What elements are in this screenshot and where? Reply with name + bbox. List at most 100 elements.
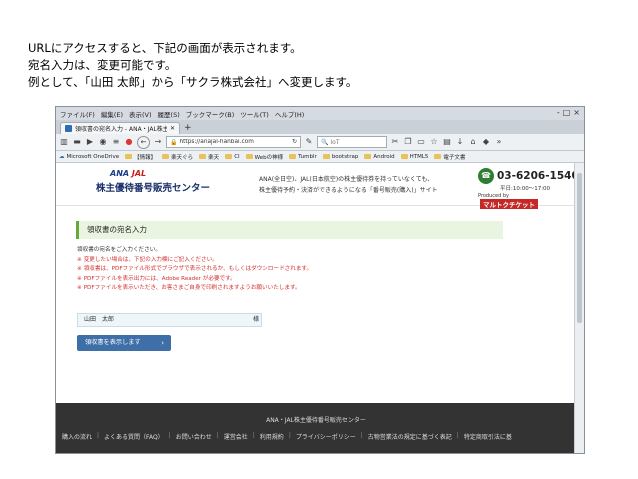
contact-box: ☎ 03-6206-1540 平日:10:00〜17:00 Produced b… <box>478 168 576 209</box>
instruction-line: 領収書の宛名をご入力ください。 <box>77 247 161 253</box>
chevron-right-icon: › <box>161 339 164 347</box>
menu-bookmarks[interactable]: ブックマーク(B) <box>186 109 235 119</box>
menu-file[interactable]: ファイル(F) <box>60 109 95 119</box>
star-icon[interactable]: ☆ <box>429 137 439 147</box>
note-item: ※ PDFファイルを表示いただき、お客さまご自身で印刷されますようお願いいたします… <box>77 285 301 291</box>
download-icon[interactable]: ↓ <box>455 137 465 147</box>
lock-icon: 🔒 <box>170 138 178 146</box>
stop-icon[interactable]: ● <box>124 137 134 147</box>
show-receipt-label: 領収書を表示します <box>85 339 141 346</box>
url-text[interactable]: https://anajal-hanbai.com <box>179 139 290 145</box>
home-icon[interactable]: ⌂ <box>468 137 478 147</box>
browser-window: ファイル(F) 編集(E) 表示(V) 履歴(S) ブックマーク(B) ツール(… <box>55 106 585 454</box>
reading-list-icon[interactable]: ▤ <box>442 137 452 147</box>
producer-credit: Produced by マルトクチケット <box>478 193 573 209</box>
footer-link-flow[interactable]: 購入の流れ <box>62 432 92 441</box>
honorific-label: 様 <box>253 316 260 323</box>
addon-icon[interactable]: ▶ <box>85 137 95 147</box>
scissors-icon[interactable]: ✂ <box>390 137 400 147</box>
folder-icon <box>162 154 170 159</box>
footer-link-terms[interactable]: 利用規約 <box>260 432 284 441</box>
site-name: 株主優待番号販売センター <box>96 183 211 194</box>
note-item: ※ PDFファイルを表示出力には、Adobe Reader が必要です。 <box>77 275 236 282</box>
site-tagline: ANA(全日空)、JAL(日本航空)の株主優待券を持っていなくても、 株主優待予… <box>259 174 438 196</box>
brand-mark: ANA JAL <box>110 169 147 178</box>
menu-tools[interactable]: ツール(T) <box>240 109 269 119</box>
paste-icon[interactable]: ▭ <box>416 137 426 147</box>
cloud-icon: ☁ <box>59 153 65 160</box>
bookmark-item[interactable]: ☁ Microsoft OneDrive <box>59 154 119 160</box>
back-button[interactable]: ← <box>137 135 150 149</box>
show-receipt-button[interactable]: 領収書を表示します › <box>77 335 171 351</box>
footer-link-contact[interactable]: お問い合わせ <box>176 432 212 441</box>
footer-title: ANA・JAL株主優待番号販売センター <box>266 417 366 424</box>
minimize-button[interactable]: - <box>557 108 560 117</box>
folder-icon <box>364 154 372 159</box>
bookmark-folder[interactable]: 楽天ぐら <box>162 153 193 161</box>
bookmark-folder[interactable]: 【情報】 <box>125 153 156 161</box>
note-item: ※ 領収書は、PDFファイル形式でブラウザで表示されるか、もしくはダウンロードされ… <box>77 266 313 272</box>
folder-icon <box>289 154 297 159</box>
phone-icon: ☎ <box>478 168 494 184</box>
folder-icon <box>125 154 133 159</box>
folder-icon <box>245 154 253 159</box>
site-footer: ANA・JAL株主優待番号販売センター 購入の流れ | よくある質問（FAQ） | … <box>56 403 576 453</box>
navigation-toolbar: ▥ ▬ ▶ ◉ ≡ ● ← → 🔒 https://anajal-hanbai.… <box>56 134 584 151</box>
folder-icon <box>225 154 233 159</box>
url-bar[interactable]: 🔒 https://anajal-hanbai.com ↻ <box>166 136 301 148</box>
menu-help[interactable]: ヘルプ(H) <box>275 109 304 119</box>
close-window-button[interactable]: × <box>573 108 580 117</box>
intro-line-3: 例として、「山田 太郎」から「サクラ株式会社」へ変更します。 <box>28 75 358 89</box>
search-text[interactable]: IoT <box>330 139 339 146</box>
tab-title: 領収書の宛名入力 - ANA・JAL株主優 <box>75 126 167 133</box>
producer-logo[interactable]: マルトクチケット <box>480 199 538 209</box>
user-icon[interactable]: ◉ <box>98 137 108 147</box>
section-title: 領収書の宛名入力 <box>76 221 503 239</box>
folder-icon <box>322 154 330 159</box>
reload-icon[interactable]: ↻ <box>292 139 297 145</box>
library-icon[interactable]: ▥ <box>59 137 69 147</box>
tab-active[interactable]: 領収書の宛名入力 - ANA・JAL株主優 ✕ <box>60 122 180 134</box>
footer-link-commerce[interactable]: 特定商取引法に基 <box>464 432 512 441</box>
bookmark-folder[interactable]: 電子文書 <box>434 153 465 161</box>
footer-link-antique[interactable]: 古物営業法の規定に基づく表記 <box>368 432 452 441</box>
pocket-icon[interactable]: ✎ <box>304 137 314 147</box>
favicon-icon <box>65 125 72 132</box>
site-logo[interactable]: ANA JAL 株主優待番号販売センター <box>96 169 216 194</box>
bookmark-folder[interactable]: CI <box>225 154 240 160</box>
hamburger-menu-icon[interactable]: ≡ <box>111 137 121 147</box>
footer-link-company[interactable]: 運営会社 <box>224 432 248 441</box>
search-icon: 🔍 <box>321 138 329 146</box>
extension-icon[interactable]: ◆ <box>481 137 491 147</box>
bookmark-folder[interactable]: Webの神様 <box>245 153 283 161</box>
search-box[interactable]: 🔍 IoT <box>317 136 387 148</box>
close-tab-icon[interactable]: ✕ <box>170 125 175 132</box>
intro-line-1: URLにアクセスすると、下記の画面が表示されます。 <box>28 41 302 55</box>
new-tab-button[interactable]: + <box>184 122 192 134</box>
folder-icon <box>199 154 207 159</box>
menu-edit[interactable]: 編集(E) <box>101 109 123 119</box>
folder-icon <box>400 154 408 159</box>
maximize-button[interactable]: □ <box>563 108 571 117</box>
app-icon[interactable]: ▬ <box>72 137 82 147</box>
instructions: 領収書の宛名をご入力ください。 ※ 変更したい場合は、下記の入力欄にご記入ください… <box>77 246 497 294</box>
vertical-scrollbar[interactable] <box>574 163 584 453</box>
menu-view[interactable]: 表示(V) <box>129 109 152 119</box>
menu-history[interactable]: 履歴(S) <box>158 109 180 119</box>
overflow-menu-icon[interactable]: » <box>494 137 504 147</box>
note-item: ※ 変更したい場合は、下記の入力欄にご記入ください。 <box>77 256 218 263</box>
window-controls: - □ × <box>557 108 580 117</box>
bookmarks-bar: ☁ Microsoft OneDrive 【情報】 楽天ぐら 楽天 CI Webの… <box>56 151 584 163</box>
bookmark-folder[interactable]: 楽天 <box>199 153 219 161</box>
bookmark-folder[interactable]: Android <box>364 154 395 160</box>
bookmark-folder[interactable]: Tumblr <box>289 154 317 160</box>
phone-number: 03-6206-1540 <box>497 170 576 182</box>
bookmark-folder[interactable]: bootstrap <box>322 154 358 160</box>
footer-link-faq[interactable]: よくある質問（FAQ） <box>104 432 164 441</box>
scrollbar-thumb[interactable] <box>577 173 582 323</box>
forward-icon[interactable]: → <box>153 137 163 147</box>
copy-icon[interactable]: ❐ <box>403 137 413 147</box>
footer-link-privacy[interactable]: プライバシーポリシー <box>296 432 356 441</box>
recipient-name-input[interactable]: 山田 太郎 <box>77 313 262 327</box>
bookmark-folder[interactable]: HTML5 <box>400 154 428 160</box>
